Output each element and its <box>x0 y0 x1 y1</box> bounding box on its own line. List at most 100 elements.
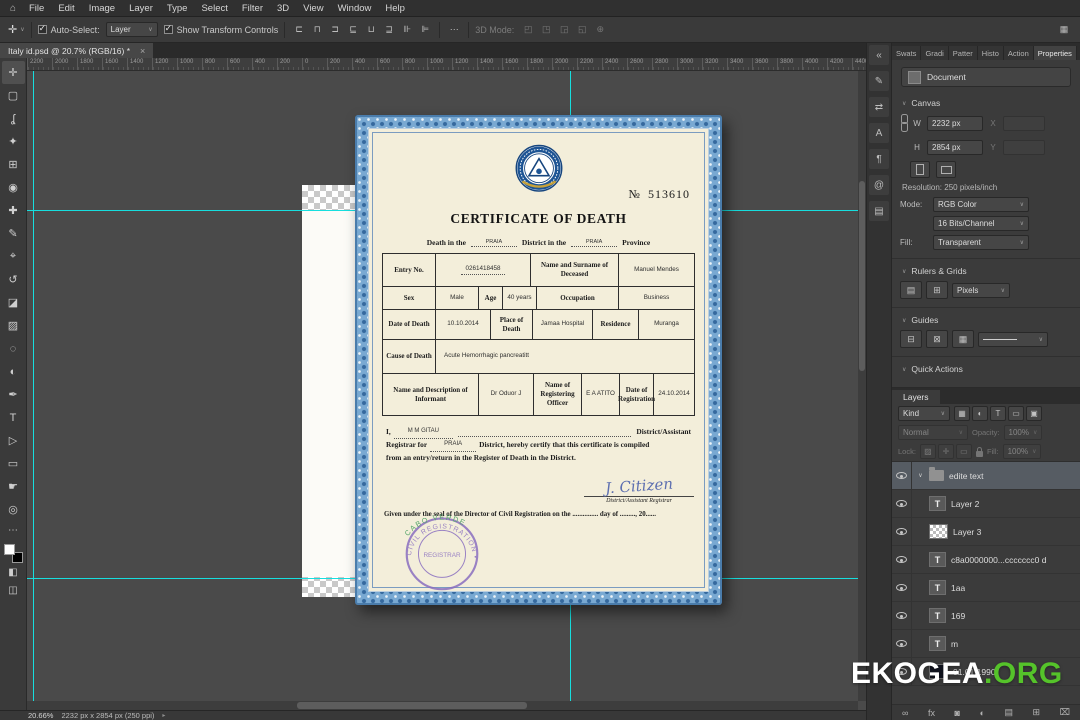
menu-item[interactable]: Layer <box>122 2 160 15</box>
3d-pan-icon[interactable]: ◲ <box>556 22 572 38</box>
align-center-horizontal-icon[interactable]: ⊓ <box>309 22 325 38</box>
toggle-grid-icon[interactable]: ⊞ <box>926 281 948 299</box>
filter-adjustment-layers-icon[interactable]: ◐ <box>972 406 988 421</box>
libraries-panel-icon[interactable]: ▤ <box>869 201 889 221</box>
rulers-grids-section-header[interactable]: ∨ Rulers & Grids <box>892 258 1080 279</box>
document-type-field[interactable]: Document <box>901 67 1071 87</box>
align-middle-icon[interactable]: ⊔ <box>363 22 379 38</box>
layer-name[interactable]: c8a0000000...ccccccc0 d <box>951 555 1046 565</box>
lock-artboard-icon[interactable]: ▭ <box>955 444 972 459</box>
menu-item[interactable]: Edit <box>51 2 81 15</box>
home-icon[interactable]: ⌂ <box>4 3 22 14</box>
collapse-panels-icon[interactable]: « <box>869 45 889 65</box>
panel-tab[interactable]: Histo <box>977 46 1004 60</box>
close-tab-icon[interactable]: × <box>140 46 145 56</box>
character-panel-icon[interactable]: A <box>869 123 889 143</box>
menu-item[interactable]: Type <box>160 2 195 15</box>
canvas-viewport[interactable]: № 513610 CERTIFICATE OF DEATH Death in t… <box>27 71 866 710</box>
menu-item[interactable]: View <box>296 2 330 15</box>
lock-all-icon[interactable] <box>975 446 983 457</box>
panel-tab[interactable]: Swats <box>892 46 922 60</box>
eyedropper-tool-icon[interactable]: ◉ <box>2 176 25 199</box>
layer-visibility-toggle[interactable] <box>892 490 912 517</box>
filter-type-layers-icon[interactable]: T <box>990 406 1006 421</box>
menu-item[interactable]: Window <box>331 2 379 15</box>
screen-mode-icon[interactable]: ◫ <box>2 581 25 599</box>
healing-brush-tool-icon[interactable]: ✚ <box>2 199 25 222</box>
clear-guides-icon[interactable]: ▦ <box>952 330 974 348</box>
layer-visibility-toggle[interactable] <box>892 462 912 489</box>
brush-settings-panel-icon[interactable]: ✎ <box>869 71 889 91</box>
link-dimensions-icon[interactable] <box>900 113 908 133</box>
layer-visibility-toggle[interactable] <box>892 518 912 545</box>
horizontal-scrollbar-thumb[interactable] <box>297 702 527 709</box>
layer-visibility-toggle[interactable] <box>892 574 912 601</box>
show-transform-controls-checkbox[interactable]: Show Transform Controls <box>163 23 278 35</box>
filter-shape-layers-icon[interactable]: ▭ <box>1008 406 1024 421</box>
layer-fill-field[interactable]: 100% <box>1002 444 1041 459</box>
toggle-rulers-icon[interactable]: ▤ <box>900 281 922 299</box>
layer-visibility-toggle[interactable] <box>892 546 912 573</box>
brush-tool-icon[interactable]: ✎ <box>2 222 25 245</box>
current-tool-icon[interactable]: ✛ ∨ <box>8 23 25 36</box>
hand-tool-icon[interactable]: ☛ <box>2 475 25 498</box>
checkbox-icon[interactable] <box>163 23 173 34</box>
panel-tab[interactable]: Gradi <box>921 46 949 60</box>
3d-roll-icon[interactable]: ◳ <box>538 22 554 38</box>
shape-tool-icon[interactable]: ▭ <box>2 452 25 475</box>
layer-name[interactable]: Layer 2 <box>951 499 979 509</box>
pen-tool-icon[interactable]: ✒ <box>2 383 25 406</box>
status-options-caret[interactable]: ▸ <box>162 712 165 719</box>
layer-visibility-toggle[interactable] <box>892 630 912 657</box>
menu-item[interactable]: Image <box>82 2 122 15</box>
zoom-level-field[interactable]: 20.66% <box>28 711 53 720</box>
menu-item[interactable]: Help <box>378 2 412 15</box>
horizontal-ruler[interactable]: 2200 2000 1800 1600 1400 1200 1000 800 600 400 200… <box>27 58 866 71</box>
guides-section-header[interactable]: ∨ Guides <box>892 307 1080 328</box>
portrait-orientation-button[interactable] <box>910 161 930 178</box>
zoom-tool-icon[interactable]: ◎ <box>2 498 25 521</box>
foreground-color-chip[interactable] <box>3 544 15 555</box>
layer-row[interactable]: ∨ edite text <box>892 462 1080 490</box>
vertical-scrollbar[interactable] <box>858 71 866 701</box>
canvas-area[interactable]: 2200 2000 1800 1600 1400 1200 1000 800 600 400 200… <box>27 58 866 710</box>
layer-name[interactable]: m <box>951 639 958 649</box>
layer-row[interactable]: c8a0000000...ccccccc0 d <box>892 546 1080 574</box>
menu-item[interactable]: Filter <box>235 2 270 15</box>
adjustment-layer-icon[interactable]: ◐ <box>979 708 984 718</box>
layer-filter-kind-dropdown[interactable]: Kind <box>898 406 950 421</box>
vertical-scrollbar-thumb[interactable] <box>859 181 865 371</box>
opacity-field[interactable]: 100% <box>1003 425 1042 440</box>
death-certificate-document[interactable]: № 513610 CERTIFICATE OF DEATH Death in t… <box>355 115 722 605</box>
lock-guides-icon[interactable]: ⊠ <box>926 330 948 348</box>
layer-style-icon[interactable]: fx <box>928 708 935 718</box>
layer-row[interactable]: Layer 3 <box>892 518 1080 546</box>
layer-row[interactable]: Layer 2 <box>892 490 1080 518</box>
eraser-tool-icon[interactable]: ◪ <box>2 291 25 314</box>
edit-toolbar-icon[interactable]: ⋯ <box>2 521 25 539</box>
landscape-orientation-button[interactable] <box>936 161 956 178</box>
checkbox-icon[interactable] <box>37 23 47 34</box>
quick-selection-tool-icon[interactable]: ✦ <box>2 130 25 153</box>
panel-tab[interactable]: Patter <box>948 46 978 60</box>
lock-transparency-icon[interactable]: ▨ <box>919 444 936 459</box>
layer-name[interactable]: edite text <box>949 471 984 481</box>
glyphs-panel-icon[interactable]: @ <box>869 175 889 195</box>
history-brush-tool-icon[interactable]: ↺ <box>2 268 25 291</box>
layer-name[interactable]: 1aa <box>951 583 965 593</box>
layer-row[interactable]: 1aa <box>892 574 1080 602</box>
foreground-background-colors[interactable] <box>3 544 23 563</box>
gradient-tool-icon[interactable]: ▨ <box>2 314 25 337</box>
blend-mode-dropdown[interactable]: Normal <box>898 425 968 440</box>
layer-row[interactable]: 169 <box>892 602 1080 630</box>
delete-layer-icon[interactable]: ⌧ <box>1060 707 1070 718</box>
distribute-vertical-icon[interactable]: ⊫ <box>417 22 433 38</box>
menu-item[interactable]: File <box>22 2 51 15</box>
align-bottom-icon[interactable]: ⊒ <box>381 22 397 38</box>
canvas-width-field[interactable]: 2232 px <box>927 115 983 131</box>
toggle-guides-icon[interactable]: ⊟ <box>900 330 922 348</box>
auto-select-target-dropdown[interactable]: Layer <box>105 22 158 37</box>
ruler-units-dropdown[interactable]: Pixels <box>952 282 1010 298</box>
menu-item[interactable]: Select <box>194 2 234 15</box>
align-right-icon[interactable]: ⊐ <box>327 22 343 38</box>
